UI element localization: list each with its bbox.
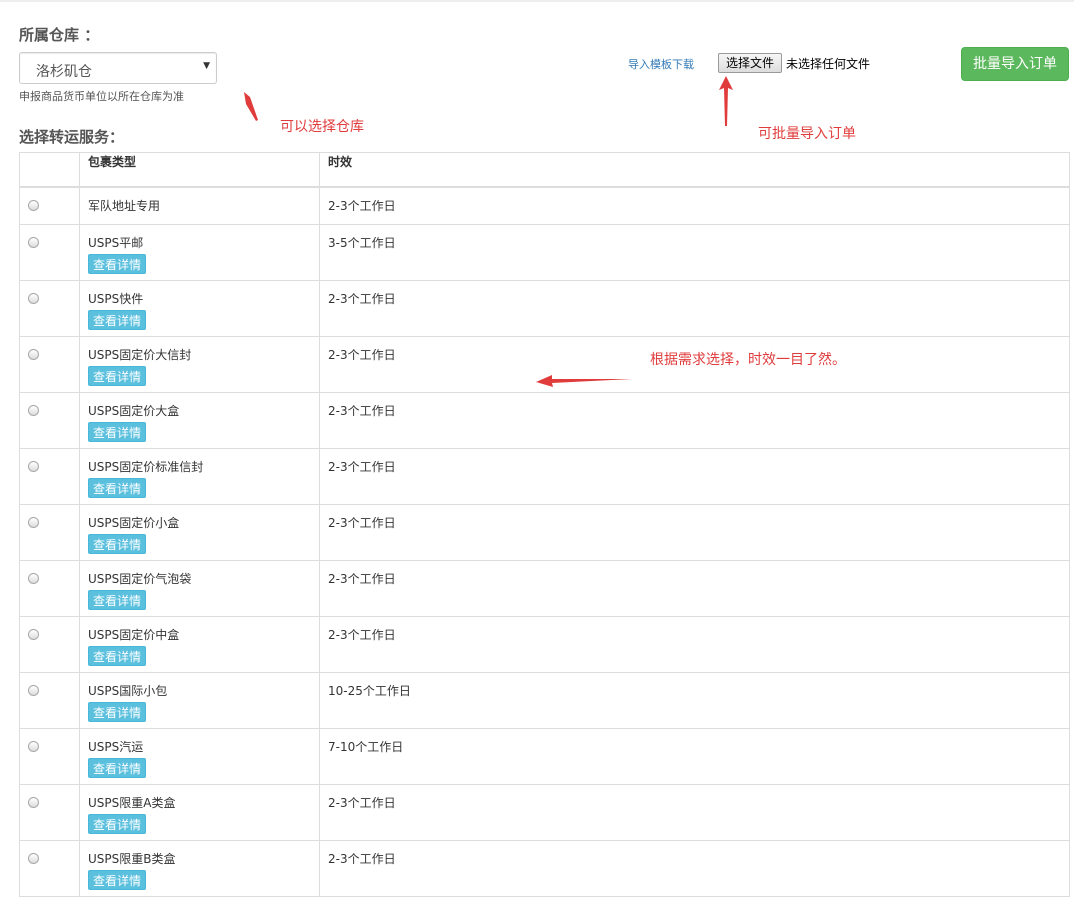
arrow-up-left-icon bbox=[244, 92, 258, 121]
annotation-arrows bbox=[244, 76, 733, 387]
arrow-left-icon bbox=[536, 375, 632, 387]
arrow-up-icon bbox=[719, 76, 733, 126]
